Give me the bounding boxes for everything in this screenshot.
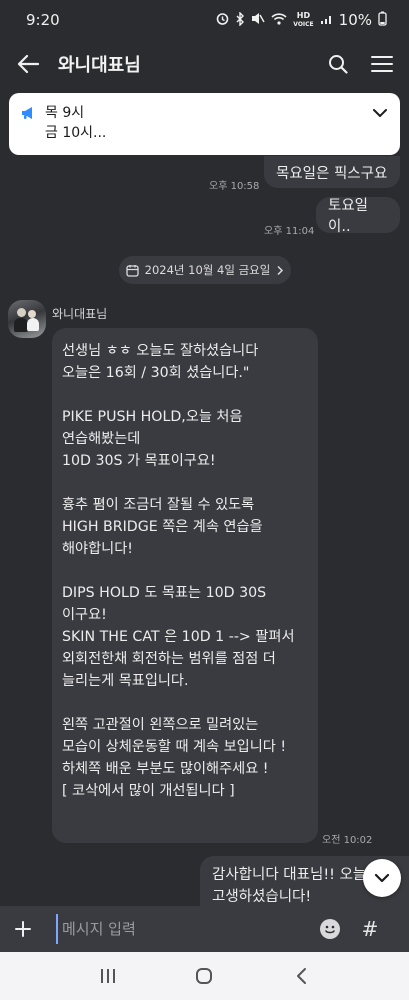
message-line: SKIN THE CAT 은 10D 1 --> 팔펴서: [62, 629, 295, 645]
recent-apps-icon: [101, 969, 116, 983]
notice-line-2: 금 10시...: [45, 125, 107, 141]
message-line: 모습이 상체운동할 때 계속 보입니다 !: [62, 739, 287, 755]
message-line: [62, 560, 308, 582]
message-bubble-incoming[interactable]: 선생님 ㅎㅎ 오늘도 잘하셨습니다 오늘은 16회 / 30회 셨습니다." P…: [52, 328, 318, 843]
signal-icon: [320, 12, 333, 28]
message-line: 해야합니다!: [62, 541, 133, 557]
plus-icon: [15, 921, 31, 937]
date-divider-text: 2024년 10월 4일 금요일: [144, 263, 271, 277]
back-chevron-icon: [296, 968, 306, 984]
system-back-button[interactable]: [286, 961, 316, 991]
message-line: [62, 384, 308, 406]
message-line: DIPS HOLD 도 목표는 10D 30S: [62, 585, 267, 601]
battery-icon: [378, 11, 387, 29]
message-input-bar: #: [0, 906, 409, 952]
message-line: [ 코삭에서 많이 개선됩니다 ]: [62, 783, 235, 799]
message-line: 이구요!: [62, 607, 107, 623]
hd-voice-line2: VOICE: [293, 20, 314, 28]
message-line: PIKE PUSH HOLD,오늘 처음: [62, 409, 243, 425]
message-line: 하체쪽 배운 부분도 많이해주세요 !: [62, 761, 269, 777]
status-time: 9:20: [26, 11, 60, 29]
message-line: HIGH BRIDGE 쪽은 계속 연습을: [62, 519, 263, 535]
pinned-notice[interactable]: 목 9시 금 10시...: [9, 93, 400, 155]
status-bar: 9:20 HD VOICE 10%: [0, 0, 409, 40]
message-line: 연습해봤는데: [62, 431, 141, 447]
system-nav-bar: [0, 952, 409, 1000]
chat-title: 와니대표님: [58, 55, 141, 76]
message-line: 늘리는게 목표입니다.: [62, 673, 189, 689]
home-icon: [196, 968, 213, 984]
message-text: 목요일은 픽스구요: [276, 165, 388, 182]
date-divider[interactable]: 2024년 10월 4일 금요일: [119, 256, 291, 284]
message-line: 오늘은 16회 / 30회 셨습니다.": [62, 365, 250, 381]
message-line: 외회전한채 회전하는 범위를 점점 더: [62, 651, 276, 667]
notice-line-1: 목 9시: [45, 105, 85, 121]
avatar[interactable]: [8, 300, 46, 338]
message-time: 오후 11:04: [264, 226, 315, 237]
back-button[interactable]: [14, 50, 42, 78]
home-button[interactable]: [189, 961, 219, 991]
hd-voice-line1: HD: [296, 10, 311, 20]
calendar-icon: [126, 264, 139, 277]
message-bubble-outgoing[interactable]: 토요일이..: [316, 197, 400, 235]
smiley-icon: [320, 919, 340, 939]
alarm-icon: [216, 12, 229, 28]
chat-header: 와니대표님: [0, 40, 409, 88]
message-line: 선생님 ㅎㅎ 오늘도 잘하셨습니다: [62, 343, 259, 359]
emoji-button[interactable]: [318, 917, 342, 941]
chevron-down-icon: [374, 873, 390, 883]
message-text: 토요일이..: [328, 198, 369, 235]
scroll-to-bottom-button[interactable]: [363, 859, 401, 897]
recent-apps-button[interactable]: [93, 961, 123, 991]
megaphone-icon: [20, 105, 36, 125]
bluetooth-icon: [235, 10, 245, 29]
hashtag-button[interactable]: #: [358, 917, 382, 941]
message-time: 오전 10:02: [322, 835, 373, 846]
arrow-left-icon: [17, 54, 39, 74]
status-icons: HD VOICE 10%: [216, 10, 387, 29]
search-icon: [329, 55, 348, 74]
menu-button[interactable]: [369, 51, 395, 77]
mute-icon: [251, 12, 265, 28]
message-input[interactable]: [56, 914, 306, 944]
hd-voice-badge: HD VOICE: [293, 10, 314, 29]
message-line: 흉추 폄이 조금더 잘될 수 있도록: [62, 497, 255, 513]
message-line: [62, 472, 308, 494]
wifi-icon: [271, 12, 287, 28]
message-time: 오후 10:58: [209, 181, 260, 192]
sender-name: 와니대표님: [52, 307, 108, 321]
search-button[interactable]: [325, 51, 351, 77]
message-line: 10D 30S 가 목표이구요!: [62, 453, 216, 469]
message-line: 왼쪽 고관절이 왼쪽으로 밀려있는: [62, 717, 259, 733]
battery-level: 10%: [338, 11, 372, 29]
chevron-right-icon: [277, 265, 284, 275]
chevron-down-icon[interactable]: [372, 104, 388, 123]
message-bubble-outgoing[interactable]: 목요일은 픽스구요: [264, 156, 400, 188]
hamburger-menu-icon: [371, 56, 393, 72]
attach-button[interactable]: [10, 916, 36, 942]
message-line: [62, 692, 308, 714]
